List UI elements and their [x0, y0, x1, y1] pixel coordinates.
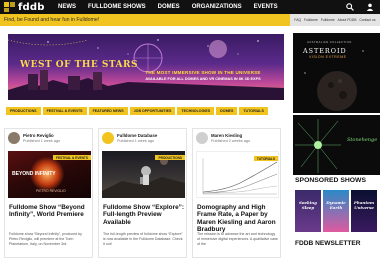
category-tutorials[interactable]: TUTORIALS — [239, 107, 268, 115]
search-icon[interactable] — [346, 3, 354, 11]
hero-title: WEST OF THE STARS — [20, 60, 139, 70]
sponsored-show-title: Dynamic Earth — [326, 200, 346, 210]
stonehenge-ad[interactable]: Stonehenge — [293, 115, 380, 175]
image-credit: PIETRO REVIGLIO — [36, 189, 66, 193]
starburst-illustration — [295, 119, 341, 173]
logo-mark-icon — [4, 2, 16, 12]
news-card[interactable]: Fulldome Database Published 1 week ago P… — [98, 128, 187, 258]
category-badge[interactable]: TUTORIALS — [253, 156, 278, 161]
avatar — [102, 132, 114, 144]
nav-news[interactable]: NEWS — [52, 0, 82, 14]
nav-domes[interactable]: DOMES — [152, 0, 186, 14]
category-productions[interactable]: PRODUCTIONS — [6, 107, 41, 115]
card-author[interactable]: Pietro Reviglio — [23, 133, 54, 138]
card-date: Published 1 week ago — [23, 139, 61, 143]
news-card[interactable]: Pietro Reviglio Published 1 week ago BEY… — [4, 128, 93, 258]
card-excerpt: The mission is to advance the art and te… — [197, 232, 278, 246]
card-image[interactable]: PRODUCTIONS — [102, 151, 185, 198]
nav-organizations[interactable]: ORGANIZATIONS — [186, 0, 248, 14]
card-title[interactable]: Domography and High Frame Rate, a Paper … — [197, 204, 279, 234]
category-featured-news[interactable]: FEATURED NEWS — [88, 107, 128, 115]
avatar — [8, 132, 20, 144]
link-fulldome-1[interactable]: Fulldome — [304, 18, 318, 22]
tagline-bar: Find, be Found and hear fun in Fulldome! — [0, 14, 290, 26]
card-title[interactable]: Fulldome Show “Explore”: Full-length Pre… — [103, 204, 185, 226]
news-card[interactable]: Maren Kiesling Published 2 weeks ago TUT… — [192, 128, 281, 258]
secondary-links: FAQ Fulldome Fulldome About FDDB Contact… — [290, 14, 380, 26]
category-badge[interactable]: FESTIVAL & EVENTS — [53, 155, 91, 160]
card-date: Published 2 weeks ago — [211, 139, 251, 143]
sponsored-show-title: Seeking Sleep — [299, 200, 317, 210]
link-faq[interactable]: FAQ — [294, 18, 301, 22]
user-icon[interactable] — [366, 3, 374, 11]
hero-banner[interactable]: WEST OF THE STARS THE MOST IMMERSIVE SHO… — [8, 34, 284, 100]
asteroid-illustration — [304, 50, 364, 111]
card-author[interactable]: Maren Kiesling — [211, 133, 242, 138]
logo-text: fddb — [18, 1, 45, 13]
card-title[interactable]: Fulldome Show “Beyond Infinity”, World P… — [9, 204, 91, 219]
card-date: Published 1 week ago — [117, 139, 155, 143]
top-navigation: fddb NEWS FULLDOME SHOWS DOMES ORGANIZAT… — [0, 0, 380, 14]
category-job-opportunities[interactable]: JOB OPPORTUNITIES — [129, 107, 176, 115]
sponsored-show[interactable]: Seeking Sleep — [295, 190, 321, 232]
card-image[interactable]: TUTORIALS — [196, 151, 279, 198]
sponsored-show[interactable]: Dynamic Earth — [323, 190, 349, 232]
image-title: BEYOND INFINITY — [12, 171, 56, 177]
card-excerpt: Fulldome show “Beyond Infinity”, produce… — [9, 232, 82, 246]
link-fulldome-2[interactable]: Fulldome — [321, 18, 335, 22]
nav-fulldome-shows[interactable]: FULLDOME SHOWS — [82, 0, 152, 14]
card-image[interactable]: BEYOND INFINITY PIETRO REVIGLIO FESTIVAL… — [8, 151, 91, 198]
sponsored-show-title: Phantom Universe — [353, 200, 375, 210]
link-contact[interactable]: Contact us — [359, 18, 375, 22]
category-badge[interactable]: PRODUCTIONS — [155, 155, 185, 160]
ad-logo-text: Stonehenge — [347, 137, 378, 143]
ad-title: ASTEROID — [303, 47, 347, 55]
sponsored-show[interactable]: Phantom Universe — [351, 190, 377, 232]
category-domes[interactable]: DOMES — [216, 107, 238, 115]
card-excerpt: The full-length preview of fulldome show… — [103, 232, 183, 246]
card-author[interactable]: Fulldome Database — [117, 133, 157, 138]
nav-events[interactable]: EVENTS — [248, 0, 284, 14]
ad-subtitle: VISION EXTREME — [309, 55, 347, 59]
hero-subline: AVAILABLE FOR ALL DOMES AND VR CINEMAS I… — [145, 77, 261, 81]
fddb-logo[interactable]: fddb — [0, 0, 52, 14]
avatar — [196, 132, 208, 144]
category-technologies[interactable]: TECHNOLOGIES — [177, 107, 215, 115]
sponsored-shows: Seeking Sleep Dynamic Earth Phantom Univ… — [295, 190, 377, 232]
link-about[interactable]: About FDDB — [337, 18, 356, 22]
category-bar: PRODUCTIONS FESTIVAL & EVENTS FEATURED N… — [6, 107, 282, 115]
sponsored-heading: SPONSORED SHOWS — [295, 177, 366, 184]
ad-eyebrow: AUSTRALIAN COLLECTION — [307, 40, 352, 44]
hero-headline: THE MOST IMMERSIVE SHOW IN THE UNIVERSE — [145, 70, 261, 75]
asteroid-ad[interactable]: AUSTRALIAN COLLECTION ASTEROID VISION EX… — [293, 33, 380, 113]
newsletter-heading: FDDB NEWSLETTER — [295, 240, 361, 247]
category-festival-events[interactable]: FESTIVAL & EVENTS — [42, 107, 87, 115]
tagline: Find, be Found and hear fun in Fulldome! — [4, 17, 100, 23]
